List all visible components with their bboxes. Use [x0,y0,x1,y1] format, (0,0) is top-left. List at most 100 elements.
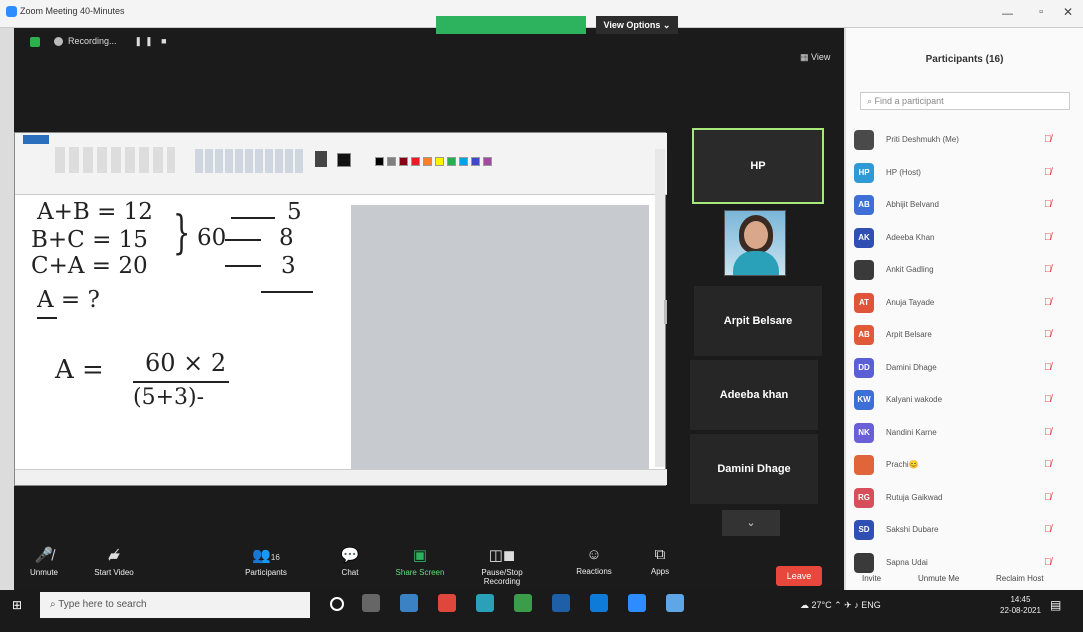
clipboard-image-tools[interactable] [55,147,175,173]
participant-row[interactable]: Sapna Udai 🎙̸ [854,549,1082,579]
system-tray[interactable]: ☁ 27°C ⌃ ✈ ♪ ENG [800,600,881,611]
pause-recording-button[interactable]: ◫◼ Pause/Stop Recording [462,546,542,586]
participant-row[interactable]: KW Kalyani wakode 🎙̸ [854,386,1082,416]
task-view-icon[interactable] [362,594,380,612]
participant-row[interactable]: AB Arpit Belsare 🎙̸ [854,321,1082,351]
color-swatch[interactable] [375,157,384,166]
participant-search-input[interactable]: ⌕ Find a participant [860,92,1070,110]
taskbar-search[interactable]: ⌕ Type here to search [40,592,310,618]
end-meeting-button[interactable]: Leave [776,566,822,586]
tile-name: Adeeba khan [719,389,789,401]
mic-muted-icon[interactable]: 🎙̸ [1044,427,1052,438]
participant-row[interactable]: NK Nandini Karne 🎙̸ [854,419,1082,449]
emoji-icon: ☺ [586,546,602,563]
windows-start-icon[interactable]: ⊞ [12,598,22,612]
participant-row[interactable]: AB Abhijit Belvand 🎙̸ [854,191,1082,221]
participant-row[interactable]: DD Damini Dhage 🎙̸ [854,354,1082,384]
mic-muted-icon[interactable]: 🎙̸ [1044,134,1052,145]
mic-muted-icon[interactable]: 🎙̸ [1044,167,1052,178]
size-icon[interactable] [315,151,327,167]
pause-stop-icons[interactable]: ❚❚ ■ [135,36,170,46]
mic-muted-icon[interactable]: 🎙̸ [1044,199,1052,210]
unmute-button[interactable]: 🎤̸ Unmute [14,546,74,577]
video-tile-hp[interactable]: HP [692,128,824,204]
share-screen-button[interactable]: ▣ Share Screen [390,546,450,577]
reactions-button[interactable]: ☺ Reactions [564,546,624,576]
color-swatch[interactable] [459,157,468,166]
app-icon[interactable] [400,594,418,612]
mic-muted-icon[interactable]: 🎙̸ [1044,459,1052,470]
shapes-gallery[interactable] [195,149,305,173]
mic-muted-icon[interactable]: 🎙̸ [1044,362,1052,373]
app-icon[interactable] [552,594,570,612]
participant-row[interactable]: SD Sakshi Dubare 🎙̸ [854,516,1082,546]
participant-row[interactable]: AT Anuja Tayade 🎙̸ [854,289,1082,319]
color1-icon[interactable] [337,153,351,167]
zoom-taskbar-icon[interactable] [628,594,646,612]
color-swatch[interactable] [399,157,408,166]
mic-muted-icon[interactable]: 🎙̸ [1044,557,1052,568]
avatar: AB [854,195,874,215]
app-icon[interactable] [666,594,684,612]
color-swatch[interactable] [471,157,480,166]
participant-name: Damini Dhage [886,362,937,372]
participants-button[interactable]: 👥16 Participants [236,546,296,577]
maximize-icon[interactable]: ▫ [1039,6,1043,18]
file-tab[interactable] [23,135,49,144]
video-tile-3[interactable]: Damini Dhage [690,434,818,504]
participants-icon: 👥16 [252,547,280,564]
share-screen-icon: ▣ [412,547,428,564]
close-icon[interactable]: ✕ [1063,5,1073,19]
cortana-icon[interactable] [330,597,344,611]
color-swatch[interactable] [411,157,420,166]
mic-muted-icon[interactable]: 🎙̸ [1044,329,1052,340]
chevron-down-icon[interactable]: ⌄ [722,510,780,536]
participant-row[interactable]: Ankit Gadling 🎙̸ [854,256,1082,286]
reclaim-host-button[interactable]: Reclaim Host [996,574,1044,583]
video-tile-1[interactable]: Arpit Belsare [694,286,822,356]
participant-row[interactable]: AK Adeeba Khan 🎙̸ [854,224,1082,254]
mic-muted-icon[interactable]: 🎙̸ [1044,232,1052,243]
start-video-label: Start Video [94,568,134,577]
share-banner[interactable] [436,16,586,34]
participant-row[interactable]: RG Rutuja Gaikwad 🎙̸ [854,484,1082,514]
notification-icon[interactable]: ▤ [1050,598,1061,612]
app-icon[interactable] [438,594,456,612]
question-underline [37,317,57,319]
app-icon[interactable] [514,594,532,612]
participant-video-photo[interactable] [724,210,786,276]
color-swatch[interactable] [423,157,432,166]
mic-muted-icon[interactable]: 🎙̸ [1044,524,1052,535]
color-swatch[interactable] [483,157,492,166]
color-swatch[interactable] [435,157,444,166]
participant-row[interactable]: Priti Deshmukh (Me) 🎙̸ [854,126,1082,156]
minimize-icon[interactable]: — [1002,8,1013,20]
mic-muted-icon: 🎤̸ [34,547,54,564]
view-options-button[interactable]: View Options ⌄ [596,16,678,34]
splitter-handle[interactable] [664,300,667,324]
mic-muted-icon[interactable]: 🎙̸ [1044,492,1052,503]
participant-row[interactable]: Prachi😊 🎙̸ [854,451,1082,481]
clock[interactable]: 14:45 22-08-2021 [1000,594,1041,616]
result-2: 8 [279,225,294,251]
paint-statusbar [15,469,667,485]
apps-button[interactable]: ⧉ Apps [630,546,690,576]
equation-3: C+A = 20 [31,253,148,279]
unmute-me-button[interactable]: Unmute Me [918,574,959,583]
mic-muted-icon[interactable]: 🎙̸ [1044,297,1052,308]
start-video-button[interactable]: ▰̸ Start Video [84,546,144,577]
chat-button[interactable]: 💬 Chat [320,546,380,577]
mic-muted-icon[interactable]: 🎙̸ [1044,394,1052,405]
edge-icon[interactable] [590,594,608,612]
invite-button[interactable]: Invite [862,574,881,583]
search-icon: ⌕ [867,96,875,106]
view-button[interactable]: ▦ View [800,52,830,63]
app-icon[interactable] [476,594,494,612]
participant-row[interactable]: HP HP (Host) 🎙̸ [854,159,1082,189]
pause-stop-icon: ◫◼ [488,547,516,564]
color-swatch[interactable] [447,157,456,166]
participant-name: Prachi😊 [886,460,919,469]
color-swatch[interactable] [387,157,396,166]
video-tile-2[interactable]: Adeeba khan [690,360,818,430]
mic-muted-icon[interactable]: 🎙̸ [1044,264,1052,275]
